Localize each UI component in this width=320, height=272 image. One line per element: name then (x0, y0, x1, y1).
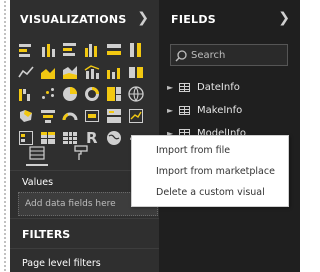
search-placeholder: Search (191, 50, 226, 61)
fields-title: FIELDS (171, 13, 216, 26)
treemap-icon[interactable] (106, 86, 122, 102)
kpi-icon[interactable] (128, 108, 144, 124)
ribbon-chart-icon[interactable] (128, 64, 144, 80)
field-table-row[interactable]: ► MakeInfo (167, 103, 295, 119)
fields-tab[interactable] (26, 144, 48, 166)
fields-tab-icon (29, 146, 45, 160)
waterfall-chart-icon[interactable] (18, 86, 34, 102)
values-label: Values (22, 177, 54, 188)
map-icon[interactable] (128, 86, 144, 102)
pie-chart-icon[interactable] (62, 86, 78, 102)
divider (10, 248, 159, 249)
expand-arrow-icon[interactable]: ► (167, 106, 173, 115)
card-icon[interactable] (84, 108, 100, 124)
line-and-clustered-column-chart-icon[interactable] (106, 64, 122, 80)
multi-row-card-icon[interactable] (106, 108, 122, 124)
line-chart-icon[interactable] (18, 64, 34, 80)
paint-roller-icon (74, 145, 88, 160)
fields-header: FIELDS ❯ (159, 0, 300, 40)
clustered-column-chart-icon[interactable] (84, 42, 100, 58)
search-icon (175, 50, 187, 62)
fields-search-input[interactable]: Search (170, 44, 288, 66)
visualizations-header: VISUALIZATIONS ❯ (10, 0, 159, 40)
divider (10, 218, 159, 219)
stacked-column-chart-icon[interactable] (40, 42, 56, 58)
100-stacked-column-chart-icon[interactable] (128, 42, 144, 58)
area-chart-icon[interactable] (40, 64, 56, 80)
gauge-icon[interactable] (62, 108, 78, 124)
table-name: DateInfo (197, 82, 240, 93)
expand-arrow-icon[interactable]: ► (167, 83, 173, 92)
field-table-row[interactable]: ► DateInfo (167, 80, 295, 96)
page-level-filters-label: Page level filters (22, 258, 101, 269)
delete-custom-visual-menu-item[interactable]: Delete a custom visual (156, 187, 265, 198)
table-icon (179, 83, 190, 92)
dotted-border (3, 0, 7, 272)
table-icon (179, 106, 190, 115)
scatter-chart-icon[interactable] (40, 86, 56, 102)
filled-map-icon[interactable] (18, 108, 34, 124)
clustered-bar-chart-icon[interactable] (62, 42, 78, 58)
table-name: MakeInfo (197, 105, 243, 116)
values-placeholder: Add data fields here (25, 199, 116, 209)
filters-title: FILTERS (22, 228, 71, 241)
format-tab[interactable] (70, 144, 92, 164)
stacked-area-chart-icon[interactable] (62, 64, 78, 80)
collapse-visualizations-icon[interactable]: ❯ (137, 10, 149, 26)
collapse-fields-icon[interactable]: ❯ (278, 10, 290, 26)
custom-visual-context-menu: Import from file Import from marketplace… (131, 135, 289, 207)
import-from-marketplace-menu-item[interactable]: Import from marketplace (156, 166, 275, 177)
visualizations-title: VISUALIZATIONS (20, 13, 127, 26)
100-stacked-bar-chart-icon[interactable] (106, 42, 122, 58)
donut-chart-icon[interactable] (84, 86, 100, 102)
line-and-stacked-column-chart-icon[interactable] (84, 64, 100, 80)
import-from-file-menu-item[interactable]: Import from file (156, 145, 230, 156)
funnel-icon[interactable] (40, 108, 56, 124)
stacked-bar-chart-icon[interactable] (18, 42, 34, 58)
